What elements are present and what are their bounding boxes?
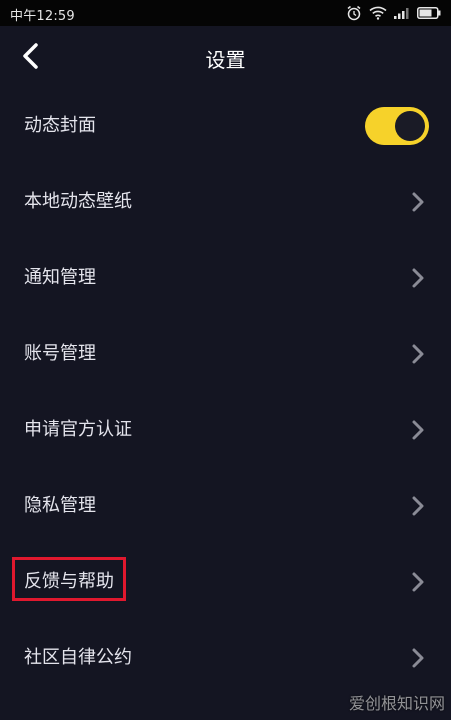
chevron-right-icon — [412, 420, 424, 440]
battery-icon — [417, 7, 441, 19]
settings-row-account[interactable]: 账号管理 — [0, 316, 451, 392]
wifi-icon — [369, 6, 387, 20]
alarm-icon — [346, 5, 362, 21]
settings-screen: 中午12:59 设置 动态封面 本地动态壁纸 通知管理 账号管理 申请官方认证 … — [0, 0, 451, 720]
settings-row-community[interactable]: 社区自律公约 — [0, 620, 451, 696]
row-label: 社区自律公约 — [24, 647, 132, 668]
toggle-knob — [395, 111, 425, 141]
watermark: 爱创根知识网 — [348, 694, 445, 713]
status-icons — [346, 4, 441, 22]
chevron-right-icon — [412, 268, 424, 288]
chevron-right-icon — [412, 192, 424, 212]
chevron-right-icon — [412, 496, 424, 516]
chevron-right-icon — [412, 648, 424, 668]
settings-row-dynamic-cover[interactable]: 动态封面 — [0, 88, 451, 164]
settings-row-local-wallpaper[interactable]: 本地动态壁纸 — [0, 164, 451, 240]
row-label: 隐私管理 — [24, 495, 96, 516]
nav-bar: 设置 — [0, 26, 451, 88]
settings-row-notification[interactable]: 通知管理 — [0, 240, 451, 316]
page-title: 设置 — [205, 48, 246, 72]
settings-row-feedback[interactable]: 反馈与帮助 — [0, 544, 451, 620]
status-time: 中午12:59 — [10, 9, 75, 24]
row-label: 申请官方认证 — [24, 419, 132, 440]
signal-icon — [394, 7, 410, 19]
row-label: 通知管理 — [24, 267, 96, 288]
settings-list: 动态封面 本地动态壁纸 通知管理 账号管理 申请官方认证 隐私管理 反馈与帮助 … — [0, 88, 451, 696]
row-label: 反馈与帮助 — [24, 571, 114, 592]
row-label: 账号管理 — [24, 343, 96, 364]
settings-row-privacy[interactable]: 隐私管理 — [0, 468, 451, 544]
chevron-right-icon — [412, 344, 424, 364]
chevron-right-icon — [412, 572, 424, 592]
row-label: 本地动态壁纸 — [24, 191, 132, 212]
settings-row-verification[interactable]: 申请官方认证 — [0, 392, 451, 468]
status-bar: 中午12:59 — [0, 0, 451, 26]
row-label: 动态封面 — [24, 115, 96, 136]
dynamic-cover-toggle[interactable] — [365, 107, 429, 145]
